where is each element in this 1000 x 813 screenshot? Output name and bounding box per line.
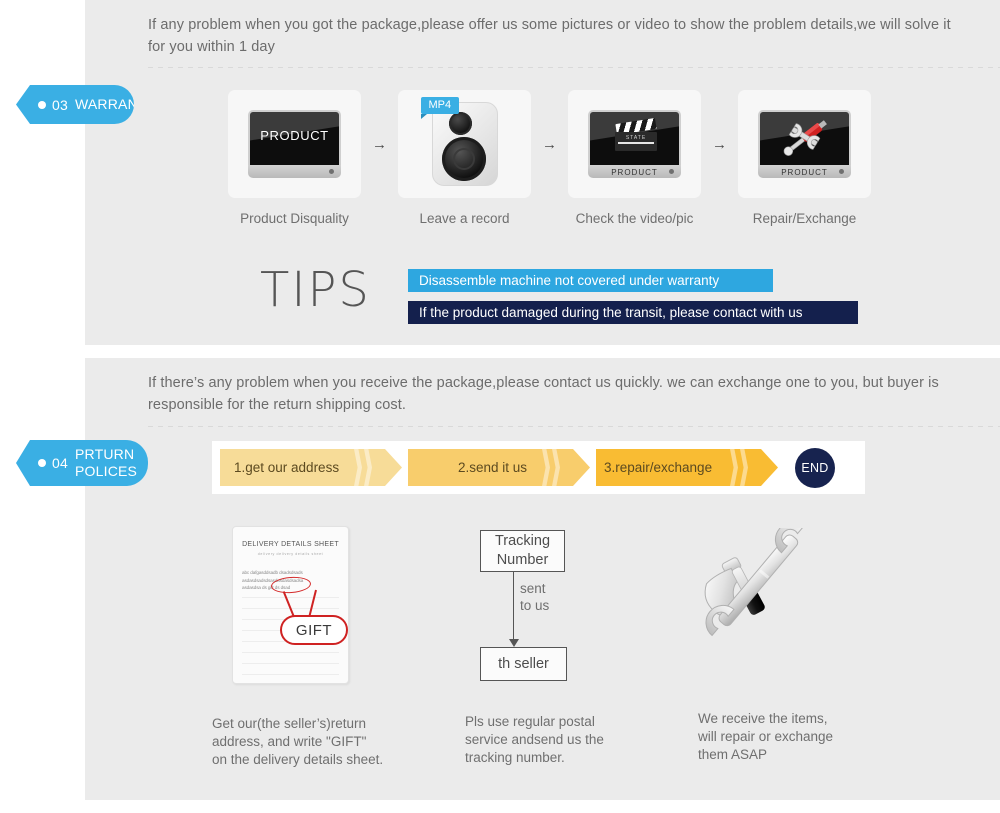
monitor-base-label: PRODUCT [781,168,828,177]
chevron-ticks-icon [354,449,384,486]
warranty-step-1-card: PRODUCT [228,90,361,198]
sheet-body-line: abc dafgasddsadb dsadsdsads [242,570,303,575]
warranty-divider [148,67,1000,68]
monitor-screen-label: PRODUCT [260,128,329,143]
returns-flow-step-1-label: 1.get our address [234,460,340,475]
returns-column-2-caption: Pls use regular postal service andsend u… [465,714,604,765]
warranty-intro-text: If any problem when you got the package,… [148,17,951,55]
tips-title: TIPS [260,262,371,318]
returns-flow-end-badge: END [795,447,835,488]
clapper-body: STATE [615,132,657,151]
warranty-step-4: PRODUCT Repair/Exchange [738,90,871,226]
section-badge-warranty: 03 WARRANTY [16,85,134,124]
section-badge-returns-label: PRTURN POLICES [74,446,138,479]
gift-callout-bubble: GIFT [280,615,348,645]
tracking-number-box: Tracking Number [480,530,565,572]
returns-flow-step-3: 3.repair/exchange [596,449,778,486]
returns-flow-step-2-label: 2.send it us [458,460,528,475]
flow-arrow-icon-1: → [372,135,387,153]
hammer-wrench-icon [690,522,865,683]
camera-mp4-icon: MP4 [420,97,498,186]
tracking-arrow-label: sent to us [520,581,550,613]
screwdriver-wrench-icon [778,118,834,158]
warranty-step-2: MP4 Leave a record [398,90,531,226]
camera-large-lens-icon [441,137,486,181]
mp4-tag-label: MP4 [420,97,460,119]
warranty-step-3-caption: Check the video/pic [575,211,694,226]
returns-flow-step-2: 2.send it us [408,449,590,486]
returns-divider [148,426,1000,427]
warranty-step-flow: PRODUCT Product Disquality → MP4 Leave a… [228,90,1000,235]
sheet-subtitle: delivery delivery details sheet [257,552,324,556]
warranty-step-3: STATE PRODUCT Check the video/pic [568,90,701,226]
monitor-clapper-icon: STATE PRODUCT [588,110,681,178]
warranty-step-4-caption: Repair/Exchange [752,211,857,226]
bullet-dot-icon [38,100,46,109]
monitor-tools-icon: PRODUCT [758,110,851,178]
warranty-step-2-caption: Leave a record [419,211,510,226]
warranty-step-1-caption: Product Disquality [240,211,349,226]
chevron-ticks-icon [730,449,760,486]
returns-intro-text: If there’s any problem when you receive … [148,375,939,413]
down-arrow-icon [507,572,522,647]
sheet-title: DELIVERY DETAILS SHEET [242,541,339,548]
returns-column-3-caption: We receive the items, will repair or exc… [698,711,834,762]
delivery-details-sheet-icon: DELIVERY DETAILS SHEET delivery delivery… [232,526,349,684]
clapperboard-icon: STATE [614,117,658,153]
monitor-product-icon: PRODUCT [248,110,341,178]
section-badge-returns: 04 PRTURN POLICES [16,440,148,486]
bullet-dot-icon [38,459,46,467]
section-badge-warranty-number: 03 [52,96,68,113]
seller-box: th seller [480,647,567,681]
warranty-panel: If any problem when you got the package,… [85,0,1000,345]
returns-flow-bar: 1.get our address 2.send it us 3.repair/… [212,441,865,494]
returns-flow-step-1: 1.get our address [220,449,402,486]
section-badge-returns-number: 04 [52,455,68,471]
monitor-base [248,165,341,178]
warranty-step-1: PRODUCT Product Disquality [228,90,361,226]
flow-arrow-icon-3: → [712,135,727,153]
flow-arrow-icon-2: → [542,135,557,153]
warranty-step-3-card: STATE PRODUCT [568,90,701,198]
chevron-ticks-icon [542,449,572,486]
returns-column-1-caption: Get our(the seller’s)return address, and… [212,716,384,767]
returns-detail-columns: DELIVERY DETAILS SHEET delivery delivery… [200,520,920,790]
returns-flow-step-3-label: 3.repair/exchange [604,460,713,475]
camera-small-lens-icon [448,112,472,135]
tip-bar-transit-note: If the product damaged during the transi… [408,301,858,324]
warranty-step-4-card: PRODUCT [738,90,871,198]
warranty-step-2-card: MP4 [398,90,531,198]
tip-bar-warranty-note: Disassemble machine not covered under wa… [408,269,773,292]
monitor-led-icon [329,169,334,174]
monitor-base-label: PRODUCT [611,168,658,177]
clapper-body-text: STATE [625,135,647,141]
